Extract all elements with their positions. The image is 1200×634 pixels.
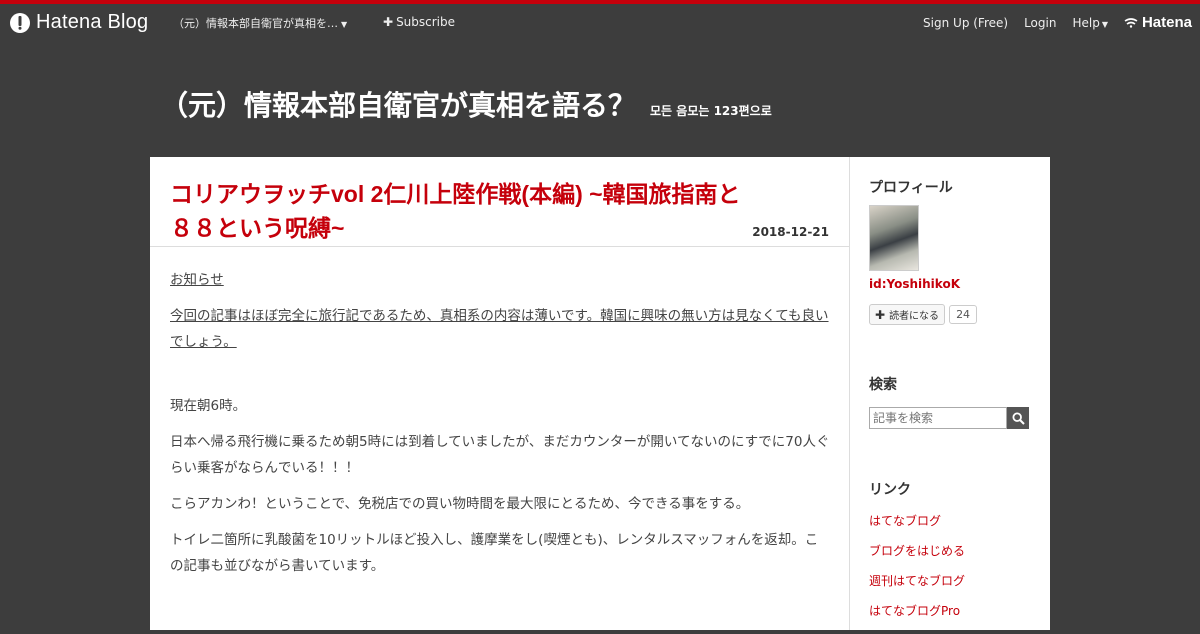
entry-paragraph: 現在朝6時。	[170, 398, 247, 414]
entry-title[interactable]: コリアウヲッチvol 2仁川上陸作戦(本編) ~韓国旅指南と８８という呪縛~	[170, 177, 760, 245]
signup-link[interactable]: Sign Up (Free)	[923, 16, 1008, 30]
hatena-logo-text: Hatena	[1141, 14, 1192, 31]
follower-count[interactable]: 24	[949, 305, 978, 324]
search-input[interactable]	[869, 407, 1007, 429]
blog-title[interactable]: （元）情報本部自衛官が真相を語る？	[160, 84, 636, 124]
blog-menu[interactable]: （元）情報本部自衛官が真相を… ▼	[173, 15, 347, 31]
search-icon	[1011, 411, 1025, 425]
help-label: Help	[1072, 15, 1100, 30]
blog-title-area: （元）情報本部自衛官が真相を語る？ 모든 음모는 123편으로	[160, 84, 772, 124]
subscribe-button[interactable]: ✚ Subscribe	[383, 15, 455, 29]
login-link[interactable]: Login	[1024, 16, 1056, 30]
link-item[interactable]: ブログをはじめる	[869, 544, 965, 574]
blog-description: 모든 음모는 123편으로	[650, 104, 772, 118]
entry-body: お知らせ 今回の記事はほぼ完全に旅行記であるため、真相系の内容は薄いです。韓国に…	[170, 267, 830, 589]
links-title: リンク	[869, 482, 911, 498]
plus-icon: ✚	[383, 15, 394, 29]
chevron-down-icon: ▼	[341, 20, 348, 29]
content-area: コリアウヲッチvol 2仁川上陸作戦(本編) ~韓国旅指南と８８という呪縛~ 2…	[150, 157, 1050, 630]
entry-header: コリアウヲッチvol 2仁川上陸作戦(本編) ~韓国旅指南と８８という呪縛~ 2…	[150, 157, 849, 247]
help-menu[interactable]: Help ▼	[1072, 16, 1108, 30]
entry-paragraph: 日本へ帰る飛行機に乗るため朝5時には到着していましたが、まだカウンターが開いてな…	[170, 434, 830, 476]
avatar[interactable]	[869, 205, 919, 271]
hatena-logo[interactable]: Hatena	[1124, 14, 1192, 31]
hatena-blog-logo-icon	[10, 12, 30, 33]
main-column: コリアウヲッチvol 2仁川上陸作戦(本編) ~韓国旅指南と８８という呪縛~ 2…	[150, 157, 850, 630]
profile-title: プロフィール	[869, 180, 953, 196]
entry-notice-text: 今回の記事はほぼ完全に旅行記であるため、真相系の内容は薄いです。韓国に興味の無い…	[170, 308, 829, 350]
follow-area: ✚ 読者になる 24	[869, 304, 978, 325]
search-title: 検索	[869, 377, 897, 393]
entry-date[interactable]: 2018-12-21	[752, 225, 829, 239]
chevron-down-icon: ▼	[1101, 19, 1108, 29]
link-item[interactable]: 週刊はてなブログ	[869, 574, 965, 604]
hatena-blog-logo[interactable]: Hatena Blog	[10, 11, 148, 34]
follow-label: 読者になる	[889, 311, 940, 322]
entry-notice-heading: お知らせ	[170, 272, 224, 288]
link-item[interactable]: はてなブログ	[869, 514, 965, 544]
logo-text: Hatena Blog	[36, 11, 149, 33]
search-button[interactable]	[1007, 407, 1029, 429]
subscribe-label: Subscribe	[396, 15, 456, 29]
entry-paragraph: こらアカンわ！ということで、免税店での買い物時間を最大限にとるため、今できる事を…	[170, 496, 750, 512]
search-form	[869, 407, 1029, 429]
profile-id-link[interactable]: id:YoshihikoK	[869, 277, 960, 291]
links-list: はてなブログ ブログをはじめる 週刊はてなブログ はてなブログPro	[869, 514, 965, 634]
entry-paragraph: トイレ二箇所に乳酸菌を10リットルほど投入し、護摩業をし(喫煙とも)、レンタルス…	[170, 532, 819, 574]
plus-icon: ✚	[875, 307, 886, 322]
hatena-logo-icon	[1124, 17, 1138, 28]
blog-menu-label: （元）情報本部自衛官が真相を…	[173, 17, 338, 30]
header-right-nav: Sign Up (Free) Login Help ▼ Hatena	[923, 14, 1192, 31]
global-header: Hatena Blog （元）情報本部自衛官が真相を… ▼ ✚ Subscribe …	[0, 4, 1200, 40]
follow-button[interactable]: ✚ 読者になる	[869, 304, 946, 325]
